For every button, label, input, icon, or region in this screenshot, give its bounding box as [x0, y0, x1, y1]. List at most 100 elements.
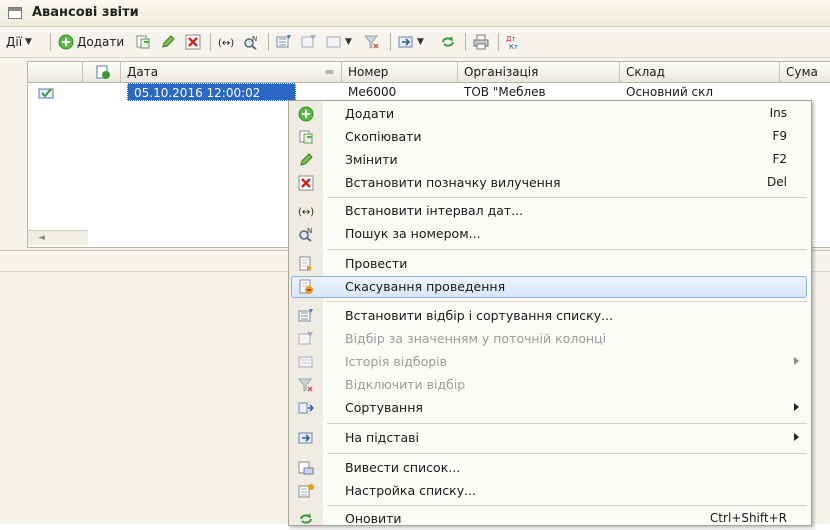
horizontal-scrollbar[interactable]: ◄ — [28, 230, 88, 245]
menu-item-add[interactable]: Додати Ins — [289, 103, 811, 125]
menu-item-sorting[interactable]: Сортування — [289, 397, 811, 419]
filter-sort-icon — [298, 308, 314, 324]
date-column-header[interactable]: Дата ═ — [121, 62, 342, 82]
organization-column-header[interactable]: Організація — [458, 62, 620, 82]
menu-item-based-on[interactable]: На підставі — [289, 427, 811, 449]
menu-item-label: Додати — [345, 106, 395, 121]
sum-column-header[interactable]: Сума — [780, 62, 830, 82]
table-row[interactable]: 05.10.2016 12:00:02 Ме6000 ТОВ "Меблев О… — [28, 83, 830, 101]
submenu-arrow-icon — [794, 403, 799, 411]
organization-cell[interactable]: ТОВ "Меблев — [458, 83, 620, 101]
svg-text:(↔): (↔) — [298, 207, 314, 218]
submenu-arrow-icon — [794, 357, 799, 365]
copy-icon — [298, 129, 314, 145]
sort-icon — [298, 400, 314, 416]
search-number-button[interactable]: N — [243, 32, 259, 52]
date-interval-button[interactable]: (↔) — [218, 32, 234, 52]
menu-item-cancel-posting[interactable]: Скасування проведення — [291, 276, 807, 298]
number-column-header[interactable]: Номер — [342, 62, 458, 82]
menu-item-date-interval[interactable]: (↔) Встановити інтервал дат... — [289, 200, 811, 222]
menu-item-post[interactable]: Провести — [289, 253, 811, 275]
based-on-button[interactable]: ▼ — [398, 32, 424, 52]
menu-item-label: Настройка списку... — [345, 483, 477, 498]
list-settings-icon — [298, 483, 314, 499]
menu-item-label: Історія відборів — [345, 354, 448, 369]
title-bar: Авансові звіти — [0, 0, 830, 27]
edit-icon — [298, 152, 314, 168]
posted-column-header[interactable] — [83, 62, 121, 82]
chevron-down-icon: ▼ — [345, 37, 352, 47]
filter-history-icon — [326, 34, 342, 50]
filter-value-icon — [298, 331, 314, 347]
copy-icon — [135, 34, 151, 50]
edit-icon — [160, 34, 176, 50]
menu-item-shortcut: F9 — [772, 129, 787, 143]
menu-item-disable-filter[interactable]: Відключити відбір — [289, 374, 811, 396]
menu-separator — [327, 301, 807, 302]
delete-mark-icon — [185, 34, 201, 50]
scroll-left-icon: ◄ — [38, 233, 45, 243]
menu-item-label: На підставі — [345, 430, 419, 445]
menu-item-search-number[interactable]: N Пошук за номером... — [289, 223, 811, 245]
filter-value-icon — [301, 34, 317, 50]
date-column-label: Дата — [127, 65, 159, 79]
menu-item-filter-by-value[interactable]: Відбір за значенням у поточній колонці — [289, 328, 811, 350]
toolbar: Дії ▼ Додати (↔) N ▼ ▼ Дт Кт — [0, 27, 830, 58]
add-icon — [298, 106, 314, 122]
menu-item-shortcut: Del — [767, 175, 787, 189]
printer-icon — [473, 34, 489, 50]
window-title: Авансові звіти — [32, 5, 139, 20]
delete-mark-button[interactable] — [185, 32, 201, 52]
status-column-header[interactable] — [28, 62, 83, 82]
debit-credit-icon: Дт Кт — [506, 34, 522, 50]
search-number-icon: N — [243, 34, 259, 50]
based-on-icon — [398, 34, 414, 50]
menu-item-edit[interactable]: Змінити F2 — [289, 149, 811, 171]
svg-text:Дт: Дт — [506, 35, 516, 43]
number-cell[interactable]: Ме6000 — [342, 83, 458, 101]
menu-item-label: Встановити відбір і сортування списку... — [345, 308, 614, 323]
date-interval-icon: (↔) — [218, 34, 234, 50]
unpost-icon — [298, 279, 314, 295]
submenu-arrow-icon — [794, 433, 799, 441]
menu-item-filter-history[interactable]: Історія відборів — [289, 351, 811, 373]
menu-item-refresh[interactable]: Оновити Ctrl+Shift+R — [289, 508, 811, 530]
filter-off-button[interactable] — [364, 32, 380, 52]
chevron-down-icon: ▼ — [417, 37, 424, 47]
delete-mark-icon — [298, 175, 314, 191]
table-header: Дата ═ Номер Організація Склад Сума — [28, 62, 830, 83]
add-button[interactable]: Додати — [58, 32, 124, 52]
copy-button[interactable] — [135, 32, 151, 52]
menu-separator — [327, 197, 807, 198]
actions-menu-label: Дії — [6, 35, 23, 49]
filter-off-icon — [364, 34, 380, 50]
menu-item-copy[interactable]: Скопіювати F9 — [289, 126, 811, 148]
filter-history-button[interactable]: ▼ — [326, 32, 352, 52]
warehouse-column-header[interactable]: Склад — [620, 62, 780, 82]
filter-value-button[interactable] — [301, 32, 317, 52]
svg-text:N: N — [252, 35, 257, 43]
refresh-button[interactable] — [440, 32, 456, 52]
menu-item-print-list[interactable]: Вивести список... — [289, 457, 811, 479]
add-icon — [58, 34, 74, 50]
menu-item-label: Встановити інтервал дат... — [345, 203, 524, 218]
dt-kt-button[interactable]: Дт Кт — [506, 32, 522, 52]
date-cell[interactable]: 05.10.2016 12:00:02 — [127, 83, 296, 101]
warehouse-cell[interactable]: Основний скл — [620, 83, 780, 101]
refresh-icon — [298, 511, 314, 527]
edit-button[interactable] — [160, 32, 176, 52]
filter-history-icon — [298, 354, 314, 370]
filter-sort-button[interactable] — [276, 32, 292, 52]
document-posted-icon — [95, 64, 111, 80]
documents-list-window: Авансові звіти Дії ▼ Додати (↔) N ▼ ▼ Дт К… — [0, 0, 830, 526]
document-status-icon — [38, 84, 54, 100]
actions-menu-button[interactable]: Дії ▼ — [6, 32, 32, 52]
print-button[interactable] — [473, 32, 489, 52]
menu-item-filter-sort[interactable]: Встановити відбір і сортування списку... — [289, 305, 811, 327]
refresh-icon — [440, 34, 456, 50]
window-icon — [8, 7, 22, 19]
menu-item-mark-deletion[interactable]: Встановити позначку вилучення Del — [289, 172, 811, 194]
menu-item-list-settings[interactable]: Настройка списку... — [289, 480, 811, 502]
date-interval-icon: (↔) — [298, 203, 314, 219]
menu-item-label: Змінити — [345, 152, 398, 167]
